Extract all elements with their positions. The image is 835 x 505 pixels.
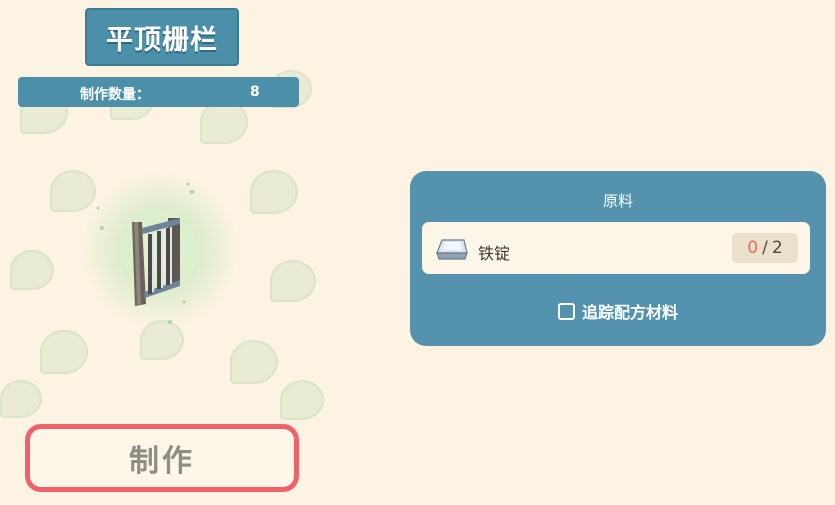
- craft-button-label: 制作: [129, 444, 195, 479]
- item-title: 平顶栅栏: [106, 24, 218, 56]
- fence-icon: [96, 182, 194, 324]
- ingredient-name: 铁锭: [478, 244, 511, 263]
- recipe-panel: 原料 铁锭 0 / 2 追踪配方材料: [410, 171, 826, 346]
- item-title-plate: 平顶栅栏: [85, 8, 239, 66]
- ingredient-row: 铁锭 0 / 2: [422, 222, 810, 274]
- ingredient-count-have: 0: [747, 238, 759, 258]
- track-materials-checkbox[interactable]: [557, 302, 575, 320]
- recipe-panel-title: 原料: [602, 192, 633, 210]
- track-materials-label: 追踪配方材料: [581, 303, 678, 322]
- track-materials-option[interactable]: 追踪配方材料: [410, 299, 826, 323]
- iron-ingot-icon: [436, 239, 468, 260]
- craft-button[interactable]: 制作: [25, 424, 299, 492]
- ingredient-count-need: 2: [771, 238, 783, 258]
- ingredient-count: 0 / 2: [732, 233, 798, 263]
- craft-quantity-bar: 制作数量： 8: [18, 77, 299, 107]
- ingredient-count-separator: /: [762, 238, 768, 258]
- craft-quantity-value: 8: [250, 84, 260, 100]
- item-preview: [70, 160, 250, 340]
- craft-quantity-label: 制作数量：: [80, 87, 150, 103]
